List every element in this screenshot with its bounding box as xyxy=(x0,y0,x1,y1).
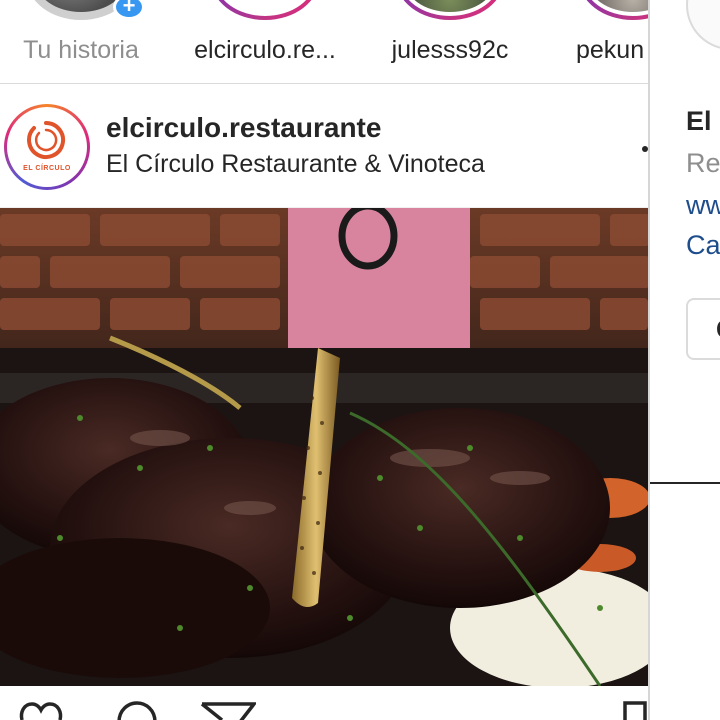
profile-preview-panel: El Re ww Ca C xyxy=(648,0,720,720)
bookmark-icon[interactable] xyxy=(622,700,648,720)
story-label: julesss92c xyxy=(391,36,509,64)
story-avatar[interactable] xyxy=(579,0,648,20)
stories-tray: + Tu historia elcirculo.re... julesss92c… xyxy=(0,0,648,84)
comment-icon[interactable] xyxy=(114,700,160,720)
story-label: elcirculo.re... xyxy=(194,36,336,64)
post-photo[interactable] xyxy=(0,208,648,686)
story-label: pekun xyxy=(576,36,645,64)
post-username[interactable]: elcirculo.restaurante xyxy=(106,112,381,144)
story-pekun[interactable]: pekun xyxy=(548,0,648,83)
restaurant-logo-icon xyxy=(27,121,66,159)
profile-action-button[interactable]: C xyxy=(686,298,720,360)
post-avatar[interactable]: EL CÍRCULO xyxy=(4,104,90,190)
paper-plane-icon[interactable] xyxy=(200,700,256,720)
avatar-logo-text: EL CÍRCULO xyxy=(23,165,71,172)
post-action-bar xyxy=(0,686,648,720)
divider xyxy=(650,482,720,484)
food-photo-image xyxy=(0,208,648,686)
story-elcirculo[interactable]: elcirculo.re... xyxy=(180,0,350,83)
story-label: Tu historia xyxy=(23,36,139,64)
profile-address-link[interactable]: Ca xyxy=(686,230,720,261)
story-julesss92c[interactable]: julesss92c xyxy=(365,0,535,83)
profile-avatar[interactable] xyxy=(686,0,720,50)
plus-icon[interactable]: + xyxy=(113,0,145,20)
story-avatar[interactable] xyxy=(396,0,504,20)
profile-website-link[interactable]: ww xyxy=(686,190,720,221)
story-avatar[interactable] xyxy=(211,0,319,20)
story-own[interactable]: + Tu historia xyxy=(0,0,166,83)
heart-icon[interactable] xyxy=(18,700,64,720)
post-location[interactable]: El Círculo Restaurante & Vinoteca xyxy=(106,150,485,179)
post-header: EL CÍRCULO elcirculo.restaurante El Círc… xyxy=(0,86,648,208)
profile-name: El xyxy=(686,106,712,136)
profile-category: Re xyxy=(686,148,720,178)
